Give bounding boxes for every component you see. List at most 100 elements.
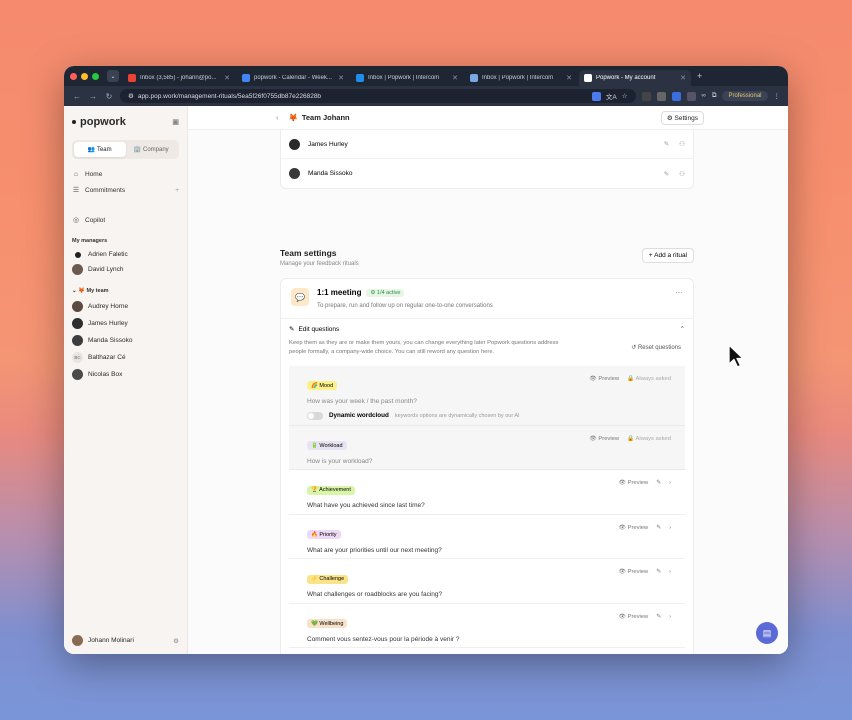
pencil-icon[interactable]: ✎: [664, 140, 669, 148]
browser-tab[interactable]: Inbox (3,585) - johann@po... ✕: [123, 70, 235, 86]
tab-team[interactable]: 👥 Team: [74, 142, 126, 157]
close-tab-icon[interactable]: ✕: [566, 74, 572, 82]
puzzle-icon[interactable]: ⧉: [712, 92, 717, 100]
sidebar-toggle-icon[interactable]: ▣: [172, 118, 179, 126]
gear-icon[interactable]: ⚙: [173, 637, 179, 645]
maximize-window-button[interactable]: [92, 72, 99, 80]
page-title: Team Johann: [301, 113, 350, 122]
question-tag: 🏆 Achievement: [307, 485, 355, 495]
add-ritual-button[interactable]: + Add a ritual: [641, 248, 694, 263]
extension-icon[interactable]: ∞: [702, 93, 706, 99]
forward-arrow-icon[interactable]: →: [88, 92, 98, 101]
question-tag: 🔥 Priority: [307, 530, 341, 540]
sidebar-item-team-member[interactable]: Nicolas Box: [64, 366, 187, 383]
favicon-icon: [584, 74, 592, 82]
extension-icon[interactable]: [641, 91, 651, 101]
preview-button[interactable]: 👁 Preview: [619, 614, 649, 620]
back-arrow-icon[interactable]: ←: [72, 92, 82, 101]
sidebar-item-manager[interactable]: David Lynch: [64, 261, 187, 278]
close-window-button[interactable]: [70, 72, 77, 80]
preview-button[interactable]: 👁 Preview: [589, 376, 619, 382]
sidebar-item-manager[interactable]: Adrien Faletic: [64, 248, 187, 261]
question-actions: 👁 Preview ✎ ›: [619, 525, 671, 531]
back-chevron-icon[interactable]: ‹: [276, 113, 279, 122]
address-bar: ← → ↻ ⚙ app.pop.work/management-rituals/…: [64, 86, 788, 106]
pencil-icon: ✎: [289, 326, 295, 333]
avatar: BC: [72, 352, 83, 363]
sidebar-item-team-member[interactable]: James Hurley: [64, 315, 187, 332]
reset-questions-button[interactable]: ↺ Reset questions: [631, 344, 681, 354]
site-info-icon[interactable]: ⚙: [128, 92, 134, 100]
chevron-right-icon[interactable]: ›: [669, 614, 671, 620]
sidebar-item-team-member[interactable]: BC Balthazar Cé: [64, 349, 187, 366]
person-settings-icon[interactable]: ⚇: [679, 170, 685, 178]
team-section-label: My team: [86, 288, 109, 294]
more-options-icon[interactable]: ···: [675, 288, 683, 297]
preview-label: Preview: [598, 375, 620, 382]
extension-icon[interactable]: [591, 91, 601, 101]
team-settings-title: Team settings: [280, 248, 337, 258]
extension-icon[interactable]: [686, 91, 696, 101]
tab-title: Inbox | Popwork | Intercom: [368, 75, 440, 81]
wordcloud-toggle[interactable]: [307, 411, 323, 420]
close-tab-icon[interactable]: ✕: [680, 74, 686, 82]
add-commitment-button[interactable]: +: [175, 187, 179, 194]
question-text: What have you achieved since last time?: [307, 502, 425, 510]
translate-icon[interactable]: 文A: [606, 91, 617, 101]
minimize-window-button[interactable]: [81, 72, 88, 80]
sidebar-item-team-member[interactable]: Audrey Horne: [64, 298, 187, 315]
pencil-icon[interactable]: ✎: [664, 170, 669, 178]
reload-icon[interactable]: ↻: [104, 92, 114, 101]
sidebar-item-team-member[interactable]: Manda Sissoko: [64, 332, 187, 349]
tab-search-icon[interactable]: ⌄: [107, 70, 119, 82]
preview-button[interactable]: 👁 Preview: [619, 525, 649, 531]
settings-button[interactable]: ⚙ Settings: [660, 110, 704, 125]
pencil-icon[interactable]: ✎: [656, 569, 661, 575]
person-settings-icon[interactable]: ⚇: [679, 140, 685, 148]
close-tab-icon[interactable]: ✕: [224, 74, 230, 82]
mouse-cursor-icon: [728, 344, 744, 368]
question-actions: 👁 Preview 🔒 Always asked: [589, 436, 671, 442]
browser-tab[interactable]: Popwork - My account ✕: [579, 70, 691, 86]
avatar: [72, 369, 83, 380]
preview-button[interactable]: 👁 Preview: [589, 436, 619, 442]
pencil-icon[interactable]: ✎: [656, 614, 661, 620]
new-tab-button[interactable]: +: [697, 71, 702, 81]
close-tab-icon[interactable]: ✕: [338, 74, 344, 82]
question-actions: 👁 Preview ✎ ›: [619, 480, 671, 486]
profile-button[interactable]: Professional: [722, 91, 768, 101]
ritual-title: 1:1 meeting: [317, 288, 362, 297]
sidebar-item-home[interactable]: ⌂ Home: [64, 167, 187, 182]
preview-button[interactable]: 👁 Preview: [619, 480, 649, 486]
question-text: How is your workload?: [307, 457, 373, 465]
browser-tab[interactable]: Inbox | Popwork | Intercom ✕: [465, 70, 577, 86]
sidebar-item-copilot[interactable]: ◎ Copilot: [64, 212, 187, 228]
kebab-menu-icon[interactable]: ⋮: [774, 92, 781, 100]
team-section-title[interactable]: ⌄ 🦊 My team: [64, 278, 187, 298]
logo[interactable]: popwork ▣: [64, 106, 187, 134]
chevron-right-icon[interactable]: ›: [669, 480, 671, 486]
chevron-right-icon[interactable]: ›: [669, 569, 671, 575]
chat-button[interactable]: ▤: [756, 622, 778, 644]
browser-tab[interactable]: popwork - Calendar - Week... ✕: [237, 70, 349, 86]
question-actions: 👁 Preview ✎ ›: [619, 614, 671, 620]
tab-company[interactable]: 🏢 Company: [126, 142, 178, 157]
extension-icon[interactable]: [656, 91, 666, 101]
question-tag: 🌈 Mood: [307, 381, 338, 391]
pencil-icon[interactable]: ✎: [656, 525, 661, 531]
preview-button[interactable]: 👁 Preview: [619, 569, 649, 575]
preview-label: Preview: [627, 569, 649, 576]
close-tab-icon[interactable]: ✕: [452, 74, 458, 82]
url-field[interactable]: ⚙ app.pop.work/management-rituals/5ea5f2…: [120, 89, 636, 103]
pencil-icon[interactable]: ✎: [656, 480, 661, 486]
question-actions: 👁 Preview ✎ ›: [619, 569, 671, 575]
chevron-right-icon[interactable]: ›: [669, 525, 671, 531]
chat-icon: ▤: [762, 627, 772, 638]
bookmark-star-icon[interactable]: ☆: [622, 92, 628, 100]
extension-icon[interactable]: [671, 91, 681, 101]
user-menu[interactable]: Johann Molinari ⚙: [64, 635, 187, 646]
browser-tab[interactable]: Inbox | Popwork | Intercom ✕: [351, 70, 463, 86]
edit-questions-toggle[interactable]: ✎ Edit questions ⌃: [281, 318, 693, 339]
sidebar-item-commitments[interactable]: ☰ Commitments +: [64, 182, 187, 198]
settings-label: Settings: [674, 114, 699, 122]
